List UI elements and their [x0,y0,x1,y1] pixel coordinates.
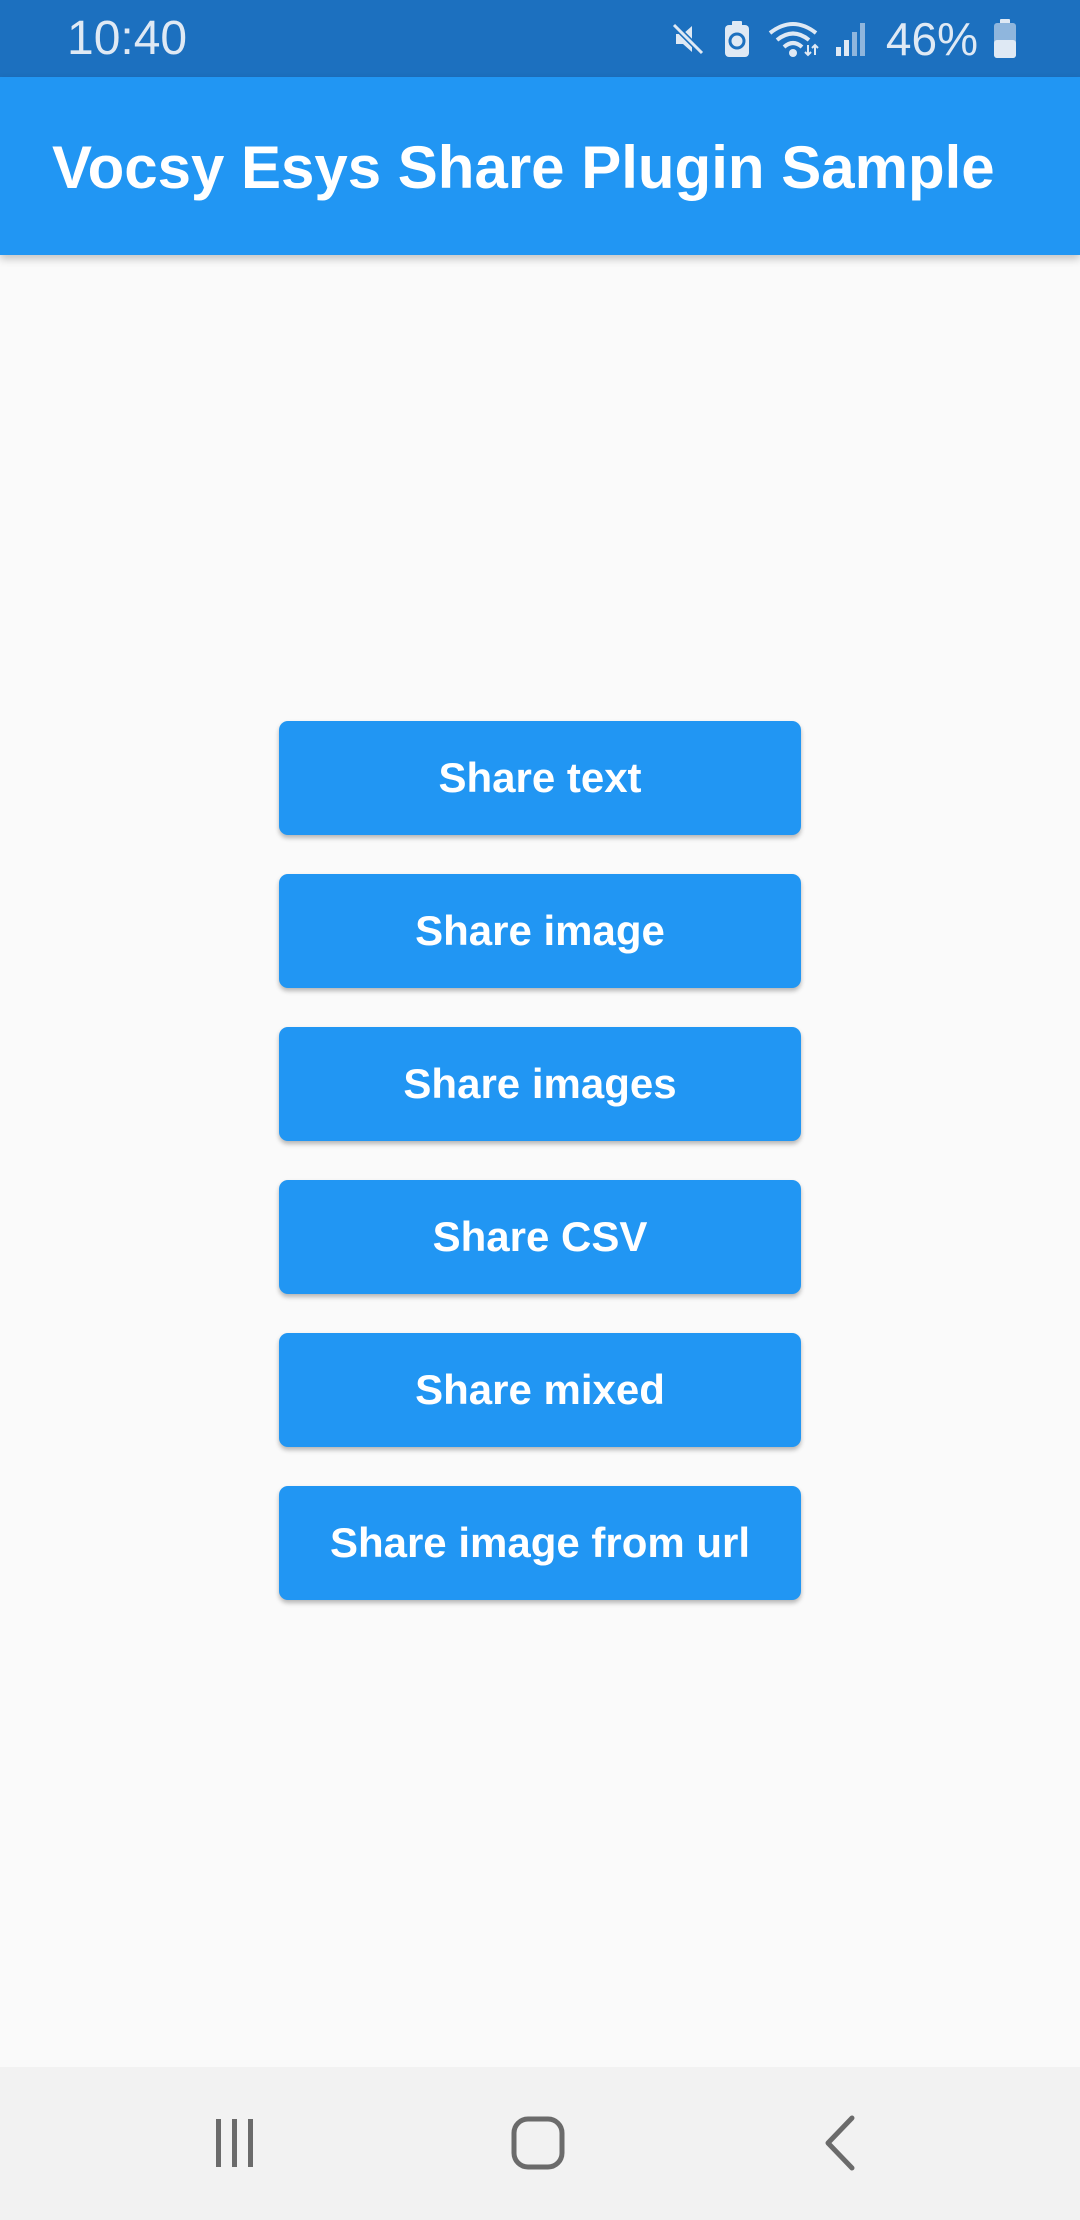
battery-icon [992,18,1018,60]
app-bar: Vocsy Esys Share Plugin Sample [0,77,1080,255]
app-title: Vocsy Esys Share Plugin Sample [52,134,995,201]
recent-apps-icon [208,2116,262,2175]
share-text-button[interactable]: Share text [279,721,801,835]
battery-saver-icon [722,19,752,59]
share-image-from-url-button[interactable]: Share image from url [279,1486,801,1600]
recent-apps-button[interactable] [195,2105,275,2185]
navigation-bar [0,2067,1080,2220]
battery-percent: 46% [885,13,978,65]
signal-icon [834,19,868,59]
share-button-list: Share text Share image Share images Shar… [279,721,801,1600]
share-images-button[interactable]: Share images [279,1027,801,1141]
share-mixed-button[interactable]: Share mixed [279,1333,801,1447]
status-time: 10:40 [67,12,188,65]
main-content: Share text Share image Share images Shar… [0,255,1080,2067]
mute-icon [668,19,708,59]
home-icon [509,2114,567,2177]
status-icons: 46% [668,14,1018,64]
back-icon [816,2114,866,2177]
back-button[interactable] [801,2105,881,2185]
home-button[interactable] [498,2105,578,2185]
share-image-button[interactable]: Share image [279,874,801,988]
wifi-icon [766,19,820,59]
share-csv-button[interactable]: Share CSV [279,1180,801,1294]
status-bar: 10:40 46% [0,0,1080,77]
